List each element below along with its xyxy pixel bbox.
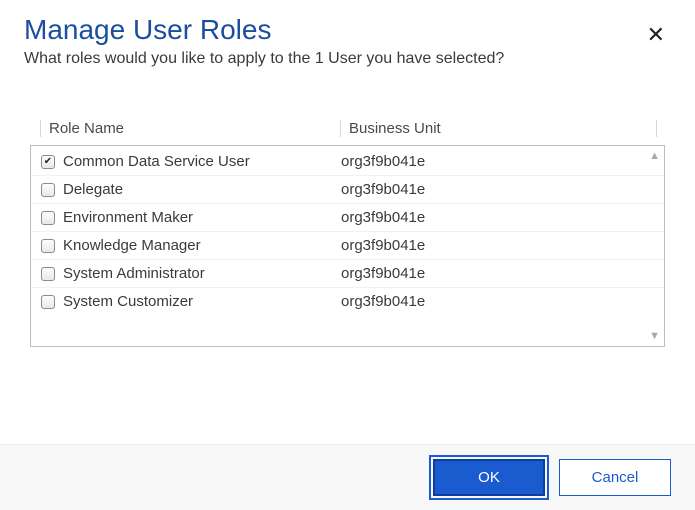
table-row[interactable]: System Administrator org3f9b041e: [31, 260, 664, 288]
business-unit-label: org3f9b041e: [341, 293, 664, 310]
role-name-label: Knowledge Manager: [63, 237, 201, 254]
cell-role: System Customizer: [41, 293, 341, 310]
scroll-down-icon[interactable]: ▼: [649, 330, 660, 342]
close-icon[interactable]: ✕: [647, 22, 665, 48]
business-unit-label: org3f9b041e: [341, 153, 664, 170]
cell-role: Delegate: [41, 181, 341, 198]
cell-role: System Administrator: [41, 265, 341, 282]
role-name-label: Common Data Service User: [63, 153, 250, 170]
table-row[interactable]: Delegate org3f9b041e: [31, 176, 664, 204]
dialog-subtitle: What roles would you like to apply to th…: [24, 50, 671, 68]
checkbox[interactable]: [41, 183, 55, 197]
column-header-role[interactable]: Role Name: [40, 120, 340, 137]
dialog-title: Manage User Roles: [24, 14, 671, 46]
checkbox[interactable]: [41, 267, 55, 281]
checkbox[interactable]: [41, 155, 55, 169]
checkbox[interactable]: [41, 239, 55, 253]
role-name-label: System Administrator: [63, 265, 205, 282]
business-unit-label: org3f9b041e: [341, 209, 664, 226]
table-row[interactable]: Environment Maker org3f9b041e: [31, 204, 664, 232]
table-header: Role Name Business Unit: [30, 120, 665, 145]
dialog-footer: OK Cancel: [0, 445, 695, 510]
table-row[interactable]: System Customizer org3f9b041e: [31, 288, 664, 315]
checkbox[interactable]: [41, 295, 55, 309]
role-name-label: Environment Maker: [63, 209, 193, 226]
role-name-label: System Customizer: [63, 293, 193, 310]
cell-role: Common Data Service User: [41, 153, 341, 170]
role-name-label: Delegate: [63, 181, 123, 198]
table-row[interactable]: Knowledge Manager org3f9b041e: [31, 232, 664, 260]
business-unit-label: org3f9b041e: [341, 265, 664, 282]
table-row[interactable]: Common Data Service User org3f9b041e: [31, 148, 664, 176]
column-header-spacer: [656, 120, 665, 137]
business-unit-label: org3f9b041e: [341, 181, 664, 198]
ok-button[interactable]: OK: [433, 459, 545, 496]
checkbox[interactable]: [41, 211, 55, 225]
column-header-business-unit[interactable]: Business Unit: [340, 120, 656, 137]
cancel-button[interactable]: Cancel: [559, 459, 671, 496]
cell-role: Environment Maker: [41, 209, 341, 226]
roles-list: ▲ Common Data Service Userorg3f9b041eDel…: [30, 145, 665, 347]
scroll-up-icon[interactable]: ▲: [649, 150, 660, 162]
business-unit-label: org3f9b041e: [341, 237, 664, 254]
cell-role: Knowledge Manager: [41, 237, 341, 254]
manage-user-roles-dialog: ✕ Manage User Roles What roles would you…: [0, 0, 695, 510]
